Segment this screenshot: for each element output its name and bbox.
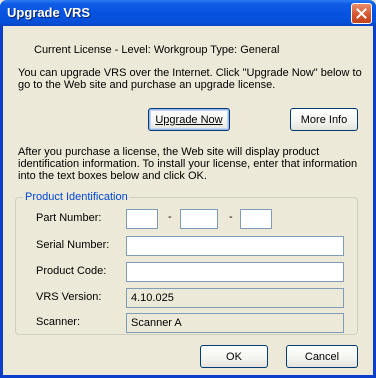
product-identification-legend: Product Identification xyxy=(23,191,130,203)
part-number-input-2[interactable] xyxy=(180,209,218,229)
instructions-text: After you purchase a license, the Web si… xyxy=(18,146,358,182)
product-code-input[interactable] xyxy=(126,262,344,282)
product-code-label: Product Code: xyxy=(36,265,107,277)
serial-number-label: Serial Number: xyxy=(36,239,110,251)
current-license-text: Current License - Level: Workgroup Type:… xyxy=(34,44,280,56)
vrs-version-label: VRS Version: xyxy=(36,291,102,303)
part-number-label: Part Number: xyxy=(36,212,102,224)
cancel-button[interactable]: Cancel xyxy=(286,345,358,368)
title-bar[interactable]: Upgrade VRS xyxy=(0,0,376,26)
part-number-input-3[interactable] xyxy=(240,209,272,229)
upgrade-now-button[interactable]: Upgrade Now xyxy=(148,108,230,131)
part-number-input-1[interactable] xyxy=(126,209,158,229)
part-separator-1: - xyxy=(168,211,172,223)
close-button[interactable] xyxy=(351,3,372,24)
intro-text: You can upgrade VRS over the Internet. C… xyxy=(18,67,362,91)
window-title: Upgrade VRS xyxy=(7,5,91,20)
upgrade-now-label: Upgrade Now xyxy=(155,113,223,126)
scanner-field: Scanner A xyxy=(126,313,344,333)
vrs-version-field: 4.10.025 xyxy=(126,288,344,308)
scanner-label: Scanner: xyxy=(36,316,81,328)
more-info-button[interactable]: More Info xyxy=(290,108,358,131)
ok-button[interactable]: OK xyxy=(200,345,268,368)
serial-number-input[interactable] xyxy=(126,236,344,256)
part-separator-2: - xyxy=(229,211,233,223)
close-icon xyxy=(356,8,367,19)
